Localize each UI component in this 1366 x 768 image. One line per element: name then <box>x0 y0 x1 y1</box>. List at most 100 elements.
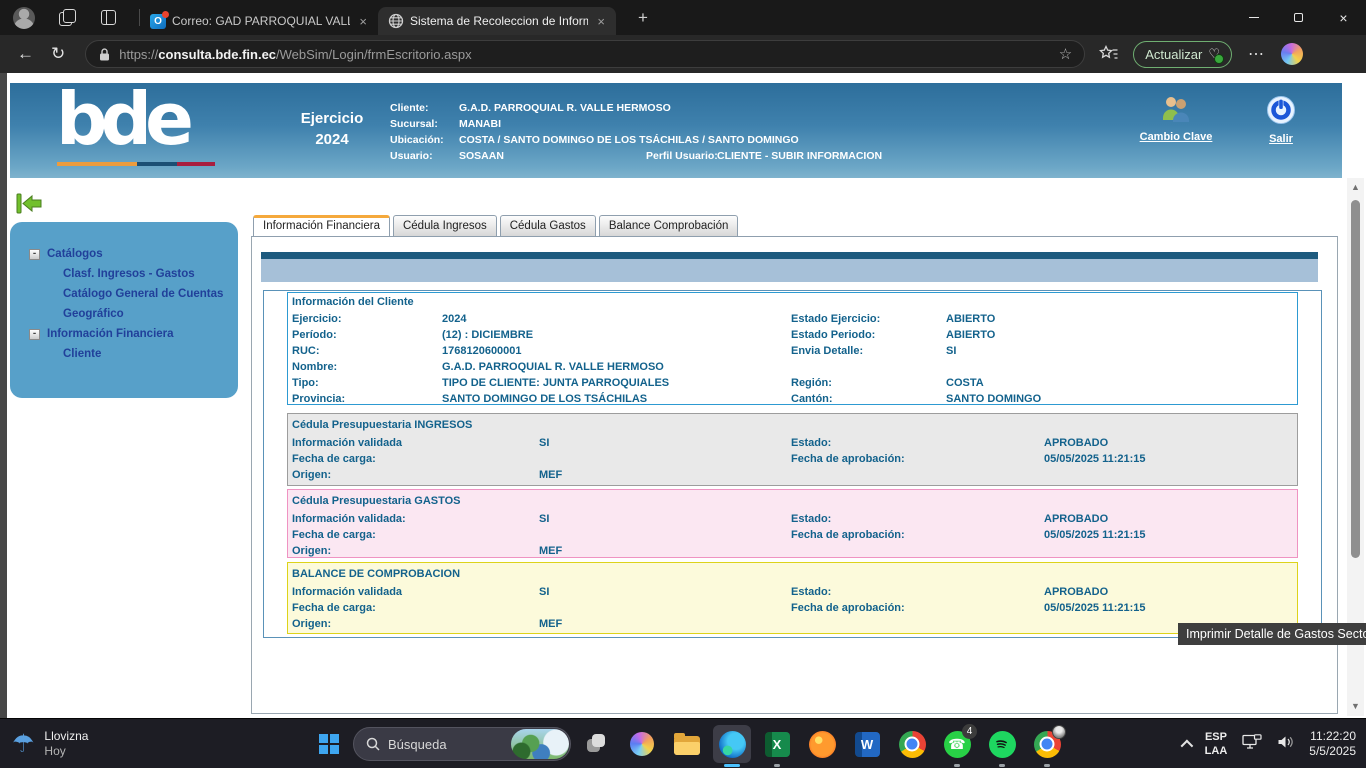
power-icon <box>1266 95 1296 125</box>
minimize-button[interactable] <box>1231 0 1276 35</box>
section-title: BALANCE DE COMPROBACION <box>288 563 1297 584</box>
collapse-icon[interactable]: - <box>29 329 40 340</box>
spotify-icon <box>989 731 1016 758</box>
collapse-menu-arrow-icon[interactable] <box>15 192 43 220</box>
sidebar-menu: - Catálogos Clasf. Ingresos - Gastos Cat… <box>10 222 238 398</box>
section-title: Cédula Presupuestaria INGRESOS <box>288 414 1297 435</box>
lock-icon[interactable] <box>99 48 110 61</box>
client-info-box: Información del Cliente Ejercicio:2024Es… <box>287 292 1298 405</box>
chrome-button[interactable] <box>893 725 931 763</box>
refresh-button[interactable]: ↻ <box>51 44 65 64</box>
folder-icon <box>674 736 700 755</box>
scrollbar-down-icon[interactable]: ▼ <box>1347 699 1364 714</box>
copilot-icon[interactable] <box>1281 43 1303 65</box>
browser-titlebar: O Correo: GAD PARROQUIAL VALLE × Sistema… <box>0 0 1366 35</box>
tab-balance-comprobacion[interactable]: Balance Comprobación <box>599 215 739 236</box>
content-panel: Información del Cliente Ejercicio:2024Es… <box>251 236 1338 714</box>
usuario-label: Usuario: <box>390 148 459 164</box>
cambio-clave-link[interactable]: Cambio Clave <box>1121 95 1231 143</box>
actualizar-button[interactable]: Actualizar ♡ <box>1133 41 1232 68</box>
salir-link[interactable]: Salir <box>1241 95 1321 145</box>
task-view-icon <box>587 734 607 754</box>
url-bar[interactable]: https://consulta.bde.fin.ec/WebSim/Login… <box>85 40 1085 68</box>
spotify-button[interactable] <box>983 725 1021 763</box>
tab-actions-icon[interactable] <box>100 9 117 26</box>
scrollbar-up-icon[interactable]: ▲ <box>1347 180 1364 195</box>
section-balance: BALANCE DE COMPROBACION Información vali… <box>287 562 1298 634</box>
system-tray: ESP LAA 11:22:20 5/5/2025 <box>1181 719 1356 768</box>
content-tabstrip: Información Financiera Cédula Ingresos C… <box>253 215 738 236</box>
sidebar-item-catalogos[interactable]: - Catálogos <box>29 244 238 264</box>
network-icon[interactable] <box>1242 734 1262 754</box>
chrome-profile-button[interactable] <box>1028 725 1066 763</box>
client-summary: Cliente: G.A.D. PARROQUIAL R. VALLE HERM… <box>390 100 882 164</box>
search-icon <box>366 737 380 751</box>
chrome-icon <box>899 731 926 758</box>
close-window-button[interactable]: × <box>1321 0 1366 35</box>
browser-addressbar: ← ↻ https://consulta.bde.fin.ec/WebSim/L… <box>0 35 1366 73</box>
back-button[interactable]: ← <box>17 44 34 64</box>
sidebar-item-informacion-financiera[interactable]: - Información Financiera <box>29 324 238 344</box>
copilot-taskbar-button[interactable] <box>623 725 661 763</box>
tray-chevron-icon[interactable] <box>1180 739 1193 752</box>
firefox-button[interactable] <box>803 725 841 763</box>
tab-informacion-financiera[interactable]: Información Financiera <box>253 215 390 236</box>
sidebar-item-clasf-ingresos-gastos[interactable]: Clasf. Ingresos - Gastos <box>29 264 238 284</box>
tray-time: 11:22:20 <box>1309 729 1356 744</box>
taskbar: ☂ Llovizna Hoy Búsqueda X W ☎4 <box>0 718 1366 768</box>
workspaces-icon[interactable] <box>59 9 76 26</box>
sidebar-item-geografico[interactable]: Geográfico <box>29 304 238 324</box>
cliente-value: G.A.D. PARROQUIAL R. VALLE HERMOSO <box>459 100 882 116</box>
browser-tab-correo[interactable]: O Correo: GAD PARROQUIAL VALLE × <box>140 7 378 35</box>
browser-tab-sistema[interactable]: Sistema de Recoleccion de Inform × <box>378 7 616 35</box>
windows-icon <box>319 734 339 754</box>
edge-button[interactable] <box>713 725 751 763</box>
edge-icon <box>719 731 746 758</box>
sidebar-item-catalogo-general[interactable]: Catálogo General de Cuentas <box>29 284 238 304</box>
collapse-icon[interactable]: - <box>29 249 40 260</box>
client-info-title: Información del Cliente <box>288 293 1297 311</box>
logo-tricolor-bar <box>57 162 215 166</box>
excel-button[interactable]: X <box>758 725 796 763</box>
clock[interactable]: 11:22:20 5/5/2025 <box>1309 729 1356 759</box>
ubicacion-value: COSTA / SANTO DOMINGO DE LOS TSÁCHILAS /… <box>459 132 882 148</box>
sidebar-item-cliente[interactable]: Cliente <box>29 344 238 364</box>
close-tab-icon[interactable]: × <box>594 14 608 29</box>
restore-button[interactable] <box>1276 0 1321 35</box>
url-host: consulta.bde.fin.ec <box>158 47 276 62</box>
tooltip-imprimir-gastos-sector: Imprimir Detalle de Gastos Sector <box>1178 623 1366 645</box>
profile-avatar-icon[interactable] <box>13 7 35 29</box>
sucursal-label: Sucursal: <box>390 116 459 132</box>
whatsapp-button[interactable]: ☎4 <box>938 725 976 763</box>
new-tab-button[interactable]: + <box>630 8 656 28</box>
ejercicio-title: Ejercicio 2024 <box>282 108 382 150</box>
scrollbar-thumb[interactable] <box>1351 200 1360 558</box>
section-ingresos: Cédula Presupuestaria INGRESOS Informaci… <box>287 413 1298 486</box>
window-controls: × <box>1231 0 1366 35</box>
search-highlight-image[interactable] <box>511 729 569 759</box>
tab-cedula-gastos[interactable]: Cédula Gastos <box>500 215 596 236</box>
browser-health-icon: ♡ <box>1208 46 1220 62</box>
favorites-icon[interactable] <box>1099 45 1119 63</box>
more-menu-icon[interactable]: ⋯ <box>1248 44 1265 64</box>
url-scheme: https:// <box>119 47 158 62</box>
task-view-button[interactable] <box>578 725 616 763</box>
page-left-edge <box>0 73 7 718</box>
tab-cedula-ingresos[interactable]: Cédula Ingresos <box>393 215 497 236</box>
bookmark-star-icon[interactable]: ☆ <box>1059 45 1072 63</box>
close-tab-icon[interactable]: × <box>356 14 370 29</box>
cambio-clave-label: Cambio Clave <box>1121 131 1231 143</box>
section-title: Cédula Presupuestaria GASTOS <box>288 490 1297 511</box>
weather-widget[interactable]: ☂ Llovizna Hoy <box>12 719 88 768</box>
language-indicator[interactable]: ESP LAA <box>1205 730 1228 758</box>
volume-icon[interactable] <box>1277 735 1294 754</box>
start-button[interactable] <box>312 725 346 763</box>
tab-title: Correo: GAD PARROQUIAL VALLE <box>172 14 350 28</box>
file-explorer-button[interactable] <box>668 725 706 763</box>
word-button[interactable]: W <box>848 725 886 763</box>
ubicacion-label: Ubicación: <box>390 132 459 148</box>
web-page: bde Ejercicio 2024 Cliente: G.A.D. PARRO… <box>0 73 1366 718</box>
taskbar-search[interactable]: Búsqueda <box>353 727 571 761</box>
actualizar-label: Actualizar <box>1145 47 1202 62</box>
whatsapp-badge: 4 <box>962 724 977 739</box>
